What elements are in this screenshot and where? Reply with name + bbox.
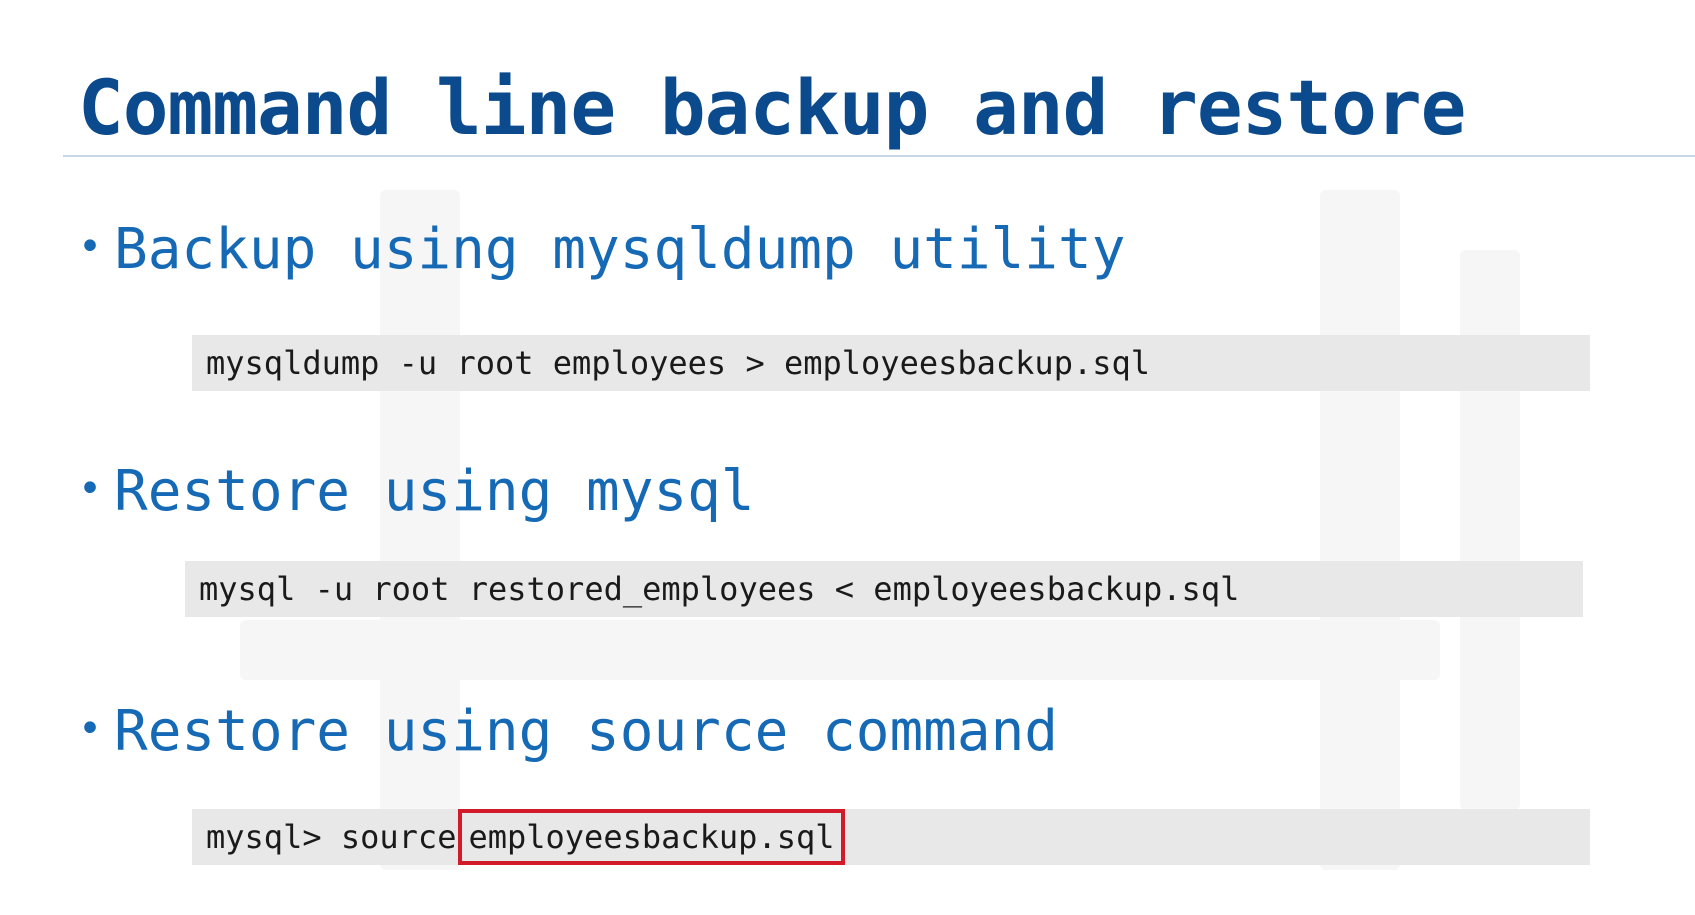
bullet-text: Restore using source command [114, 699, 1059, 764]
bullet-icon: • [78, 705, 103, 752]
bullet-text: Backup using mysqldump utility [114, 217, 1126, 282]
bullet-icon: • [78, 465, 103, 512]
code-block-mysqldump: mysqldump -u root employees > employeesb… [192, 335, 1590, 391]
title-divider [63, 155, 1695, 157]
bullet-restore-source: • Restore using source command [78, 697, 1058, 770]
bullet-icon: • [78, 223, 103, 270]
background-watermark [1460, 250, 1520, 810]
slide-title: Command line backup and restore [78, 63, 1466, 152]
highlighted-filename: employeesbackup.sql [458, 809, 845, 865]
background-watermark [240, 620, 1440, 680]
bullet-backup-mysqldump: • Backup using mysqldump utility [78, 215, 1125, 288]
bullet-text: Restore using mysql [114, 459, 755, 524]
code-prefix: mysql> source [206, 818, 457, 856]
background-watermark [1320, 190, 1400, 870]
slide: Command line backup and restore • Backup … [0, 0, 1695, 915]
bullet-restore-mysql: • Restore using mysql [78, 457, 755, 530]
code-block-mysql-restore: mysql -u root restored_employees < emplo… [185, 561, 1583, 617]
code-block-source: mysql> source employeesbackup.sql [192, 809, 1590, 865]
